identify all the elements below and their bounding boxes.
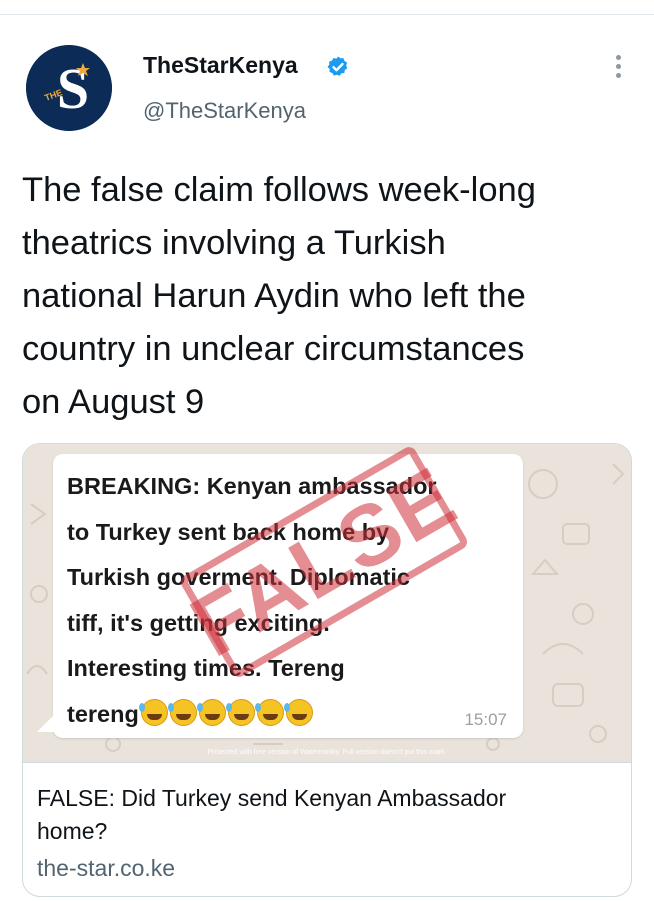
card-divider	[23, 762, 631, 763]
tweet-text-line: theatrics involving a Turkish	[22, 224, 446, 262]
chat-message-last-line: tereng	[67, 692, 507, 738]
laughing-emoji-icon	[167, 698, 197, 726]
tweet-text-line: The false claim follows week-long	[22, 171, 536, 209]
more-vertical-icon[interactable]	[610, 52, 626, 84]
card-image[interactable]: BREAKING: Kenyan ambassador to Turkey se…	[23, 444, 631, 762]
watermark-text: Protected with free version of Watermark…	[207, 749, 447, 756]
laughing-emoji-icon	[283, 698, 313, 726]
card-title-line: home?	[37, 818, 108, 844]
card-title[interactable]: FALSE: Did Turkey send Kenyan Ambassador…	[37, 782, 617, 848]
chat-message-last-word: tereng	[67, 700, 139, 727]
chat-bubble-tail	[37, 714, 55, 732]
laughing-emoji-icon	[225, 698, 255, 726]
display-name[interactable]: TheStarKenya	[143, 52, 298, 79]
avatar[interactable]: S THE	[26, 45, 112, 131]
handle[interactable]: @TheStarKenya	[143, 98, 306, 124]
tweet-text-line: on August 9	[22, 383, 205, 421]
laughing-emoji-icon	[196, 698, 226, 726]
laughing-emoji-icon	[138, 698, 168, 726]
card-domain[interactable]: the-star.co.ke	[37, 855, 175, 882]
tweet-text: The false claim follows week-long theatr…	[22, 164, 632, 429]
verified-badge-icon	[327, 56, 348, 76]
tweet-text-line: country in unclear circumstances	[22, 330, 525, 368]
tweet-text-line: national Harun Aydin who left the	[22, 277, 526, 315]
chat-timestamp: 15:07	[464, 710, 507, 729]
top-divider	[0, 14, 654, 15]
laughing-emoji-icon	[254, 698, 284, 726]
link-card[interactable]: BREAKING: Kenyan ambassador to Turkey se…	[22, 443, 632, 897]
chat-message-line: Interesting times. Tereng	[67, 655, 345, 681]
star-kenya-logo: S THE	[26, 45, 112, 131]
card-title-line: FALSE: Did Turkey send Kenyan Ambassador	[37, 785, 507, 811]
avatar-logo-letter: S	[57, 56, 89, 121]
